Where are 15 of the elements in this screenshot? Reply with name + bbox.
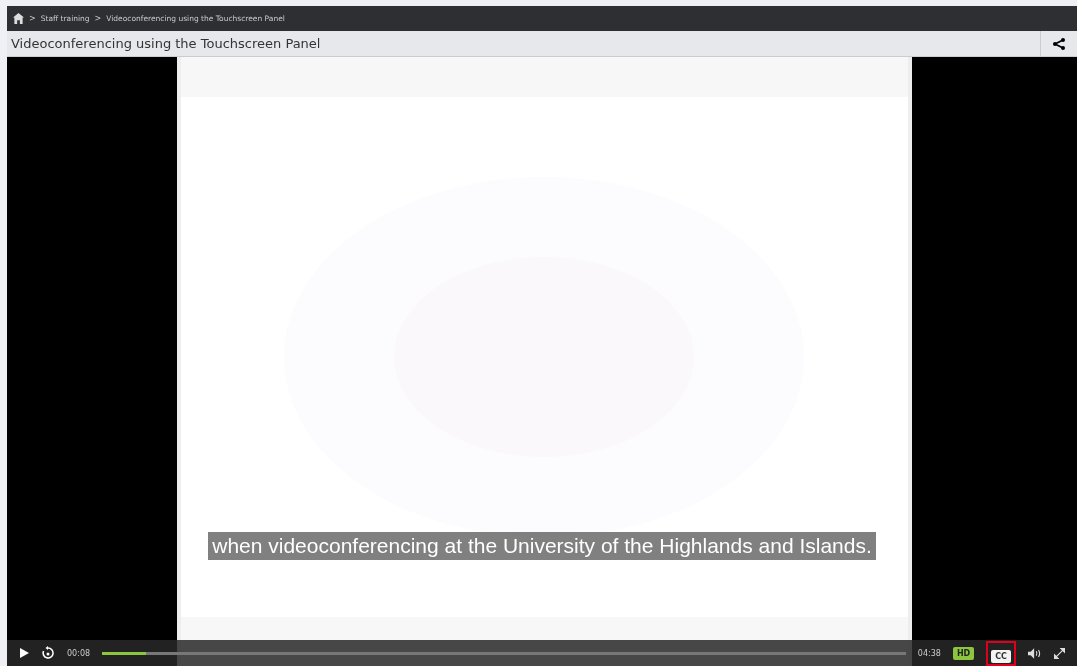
subtitle-caption: when videoconferencing at the University of the Highlands and Islands. — [208, 532, 876, 560]
duration-time: 04:38 — [917, 648, 941, 658]
breadcrumb-separator: > — [94, 14, 102, 23]
hd-button[interactable]: HD — [952, 646, 975, 660]
progress-track[interactable] — [102, 651, 906, 655]
home-icon[interactable] — [13, 13, 24, 24]
breadcrumb-separator: > — [29, 14, 36, 23]
fullscreen-icon[interactable] — [1054, 647, 1065, 659]
video-title: Videoconferencing using the Touchscreen Panel — [10, 36, 322, 51]
play-icon[interactable] — [19, 648, 29, 658]
elapsed-time: 00:08 — [67, 648, 91, 658]
replay-icon[interactable] — [41, 646, 55, 660]
volume-icon[interactable] — [1028, 647, 1042, 659]
share-icon[interactable] — [1053, 37, 1065, 50]
captions-button[interactable]: CC — [991, 649, 1011, 663]
